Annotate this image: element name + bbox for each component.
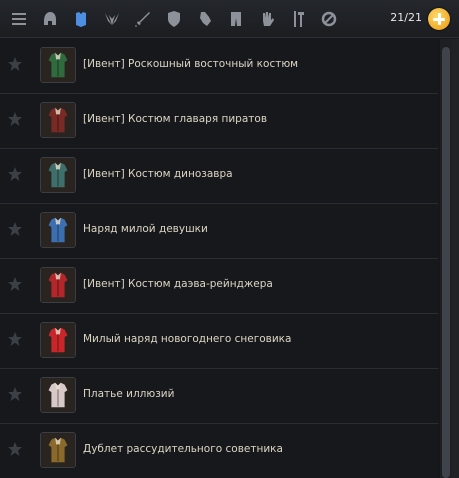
sword-icon[interactable] <box>130 6 156 32</box>
scrollbar-thumb[interactable] <box>442 47 450 478</box>
list-item[interactable]: [Ивент] Роскошный восточный костюм <box>0 39 438 94</box>
item-name: Наряд милой девушки <box>83 223 208 235</box>
scrollbar[interactable] <box>440 39 452 478</box>
list-item[interactable]: [Ивент] Костюм даэва-рейнджера <box>0 259 438 314</box>
favorite-star-icon[interactable] <box>7 441 23 457</box>
snowman-outfit-icon <box>40 322 76 358</box>
cute-girl-outfit-icon <box>40 212 76 248</box>
dinosaur-costume-icon <box>40 157 76 193</box>
list-item[interactable]: Платье иллюзий <box>0 369 438 424</box>
item-name: [Ивент] Костюм даэва-рейнджера <box>83 278 273 290</box>
tools-icon[interactable] <box>285 6 311 32</box>
favorite-star-icon[interactable] <box>7 221 23 237</box>
ring-icon[interactable] <box>316 6 342 32</box>
wings-icon[interactable] <box>99 6 125 32</box>
favorite-star-icon[interactable] <box>7 276 23 292</box>
favorite-star-icon[interactable] <box>7 331 23 347</box>
glove-icon[interactable] <box>254 6 280 32</box>
pirate-costume-icon <box>40 102 76 138</box>
add-plus-icon[interactable] <box>428 8 450 30</box>
item-name: [Ивент] Костюм динозавра <box>83 168 233 180</box>
item-list: [Ивент] Роскошный восточный костюм [Ивент… <box>0 39 438 478</box>
favorite-star-icon[interactable] <box>7 111 23 127</box>
list-item[interactable]: [Ивент] Костюм главаря пиратов <box>0 94 438 149</box>
item-counter: 21/21 <box>390 11 422 24</box>
list-icon[interactable] <box>6 6 32 32</box>
favorite-star-icon[interactable] <box>7 56 23 72</box>
item-name: Милый наряд новогоднего снеговика <box>83 333 292 345</box>
list-item[interactable]: Милый наряд новогоднего снеговика <box>0 314 438 369</box>
item-name: Платье иллюзий <box>83 388 175 400</box>
illusion-dress-icon <box>40 377 76 413</box>
gauntlet-icon[interactable] <box>192 6 218 32</box>
list-item[interactable]: Дублет рассудительного советника <box>0 424 438 478</box>
favorite-star-icon[interactable] <box>7 386 23 402</box>
pants-icon[interactable] <box>223 6 249 32</box>
favorite-star-icon[interactable] <box>7 166 23 182</box>
oriental-costume-icon <box>40 47 76 83</box>
item-name: [Ивент] Роскошный восточный костюм <box>83 58 299 70</box>
list-item[interactable]: Наряд милой девушки <box>0 204 438 259</box>
helmet-icon[interactable] <box>37 6 63 32</box>
advisor-doublet-icon <box>40 432 76 468</box>
panel-edge <box>452 39 459 478</box>
ranger-costume-icon <box>40 267 76 303</box>
armor-icon[interactable] <box>68 6 94 32</box>
item-name: [Ивент] Костюм главаря пиратов <box>83 113 268 125</box>
shield-icon[interactable] <box>161 6 187 32</box>
filter-toolbar: 21/21 <box>0 0 459 38</box>
item-name: Дублет рассудительного советника <box>83 443 283 455</box>
list-item[interactable]: [Ивент] Костюм динозавра <box>0 149 438 204</box>
